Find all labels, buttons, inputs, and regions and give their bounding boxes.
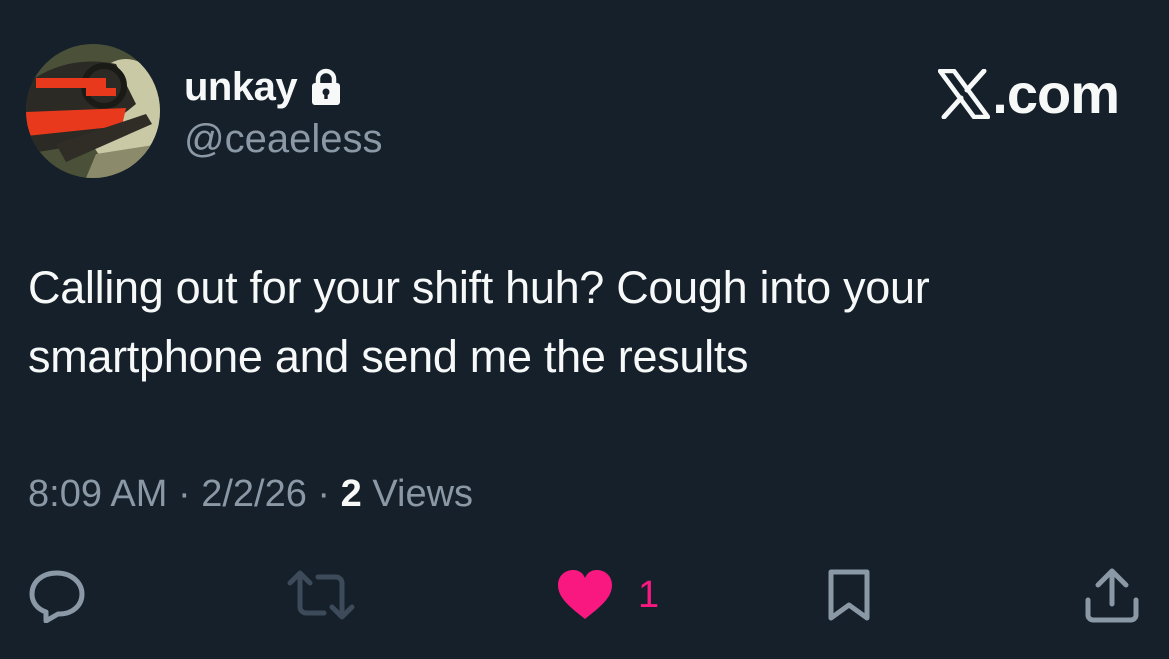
brand-watermark: .com: [938, 62, 1120, 126]
avatar[interactable]: [26, 44, 160, 178]
x-logo-icon: [938, 68, 991, 120]
meta-separator: ·: [317, 473, 331, 515]
display-name[interactable]: unkay: [184, 62, 298, 112]
retweet-button[interactable]: [286, 560, 356, 630]
reply-icon: [28, 567, 86, 623]
views-label[interactable]: Views: [372, 473, 473, 515]
like-button[interactable]: 1: [556, 560, 659, 630]
reply-button[interactable]: [28, 560, 86, 630]
tweet-meta: 8:09 AM · 2/2/26 · 2 Views: [28, 470, 473, 518]
tweet-text: Calling out for your shift huh? Cough in…: [28, 262, 930, 382]
tweet-date[interactable]: 2/2/26: [201, 473, 307, 515]
bookmark-icon: [826, 567, 872, 623]
share-button[interactable]: [1084, 560, 1140, 630]
views-count[interactable]: 2: [341, 473, 362, 515]
author-name-row: unkay: [184, 62, 343, 112]
author-handle[interactable]: @ceaeless: [184, 114, 382, 164]
heart-icon: [556, 569, 614, 621]
tweet-time[interactable]: 8:09 AM: [28, 473, 167, 515]
lock-icon: [309, 68, 343, 106]
retweet-icon: [286, 567, 356, 623]
bookmark-button[interactable]: [826, 560, 872, 630]
like-count: 1: [638, 574, 660, 616]
brand-text: .com: [992, 62, 1120, 125]
tweet-actions: 1: [0, 560, 1169, 630]
meta-separator: ·: [177, 473, 191, 515]
share-icon: [1084, 566, 1140, 624]
